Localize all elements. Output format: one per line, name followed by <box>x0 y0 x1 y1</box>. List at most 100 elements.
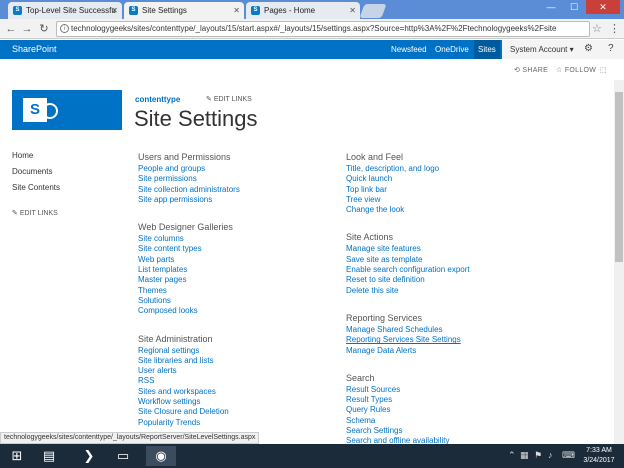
scrollbar-thumb[interactable] <box>615 92 623 262</box>
file-explorer-icon[interactable]: ▭ <box>108 446 138 466</box>
share-button[interactable]: ⟲ SHARE <box>514 66 548 74</box>
link-popularity-trends[interactable]: Popularity Trends <box>138 418 240 428</box>
link-site-libraries-and-lists[interactable]: Site libraries and lists <box>138 356 240 366</box>
windows-start-icon[interactable]: ⊞ <box>2 446 32 466</box>
link-change-the-look[interactable]: Change the look <box>346 205 470 215</box>
nav-item-documents[interactable]: Documents <box>12 166 60 182</box>
link-themes[interactable]: Themes <box>138 286 240 296</box>
powershell-icon[interactable]: ❯ <box>74 446 104 466</box>
link-composed-looks[interactable]: Composed looks <box>138 306 240 316</box>
settings-column-right: Look and Feel Title, description, and lo… <box>346 151 470 459</box>
pencil-icon: ✎ <box>206 96 212 103</box>
network-icon[interactable]: ▦ <box>520 450 529 461</box>
link-site-permissions[interactable]: Site permissions <box>138 174 240 184</box>
focus-content-icon[interactable]: ⬚ <box>600 66 607 74</box>
share-icon: ⟲ <box>514 67 521 74</box>
link-enable-search-configuration-export[interactable]: Enable search configuration export <box>346 265 470 275</box>
taskbar-clock[interactable]: 7:33 AM 3/24/2017 <box>574 446 624 466</box>
browser-menu-icon[interactable]: ⋮ <box>609 22 620 35</box>
new-tab-button[interactable] <box>359 4 387 18</box>
share-label: SHARE <box>522 67 549 74</box>
nav-item-home[interactable]: Home <box>12 150 60 166</box>
address-bar-input[interactable]: i technologygeeks/sites/contenttype/_lay… <box>56 21 590 37</box>
browser-tab-pages-home[interactable]: S Pages - Home ✕ <box>246 2 360 19</box>
link-rss[interactable]: RSS <box>138 376 240 386</box>
maximize-icon[interactable]: ☐ <box>563 0 585 14</box>
close-icon[interactable]: ✕ <box>233 2 240 19</box>
settings-column-left: Users and Permissions People and groups … <box>138 151 240 440</box>
tab-title: Site Settings <box>142 6 187 15</box>
link-manage-site-features[interactable]: Manage site features <box>346 244 470 254</box>
tray-chevron-icon[interactable]: ⌃ <box>508 450 516 461</box>
info-icon[interactable]: i <box>60 24 69 33</box>
sites-link[interactable]: Sites <box>474 40 500 59</box>
browser-tab-top-level-site[interactable]: S Top-Level Site Successfu ✕ <box>8 2 122 19</box>
link-tree-view[interactable]: Tree view <box>346 195 470 205</box>
link-schema[interactable]: Schema <box>346 416 470 426</box>
edit-links-left-button[interactable]: ✎ EDIT LINKS <box>12 209 58 217</box>
volume-icon[interactable]: ♪ <box>548 450 553 460</box>
link-reset-to-site-definition[interactable]: Reset to site definition <box>346 275 470 285</box>
link-save-site-as-template[interactable]: Save site as template <box>346 255 470 265</box>
group-title: Site Administration <box>138 333 213 344</box>
link-manage-shared-schedules[interactable]: Manage Shared Schedules <box>346 325 470 335</box>
link-regional-settings[interactable]: Regional settings <box>138 346 240 356</box>
close-icon[interactable]: ✕ <box>111 2 118 19</box>
browser-tab-site-settings[interactable]: S Site Settings ✕ <box>124 2 244 19</box>
group-title: Users and Permissions <box>138 152 231 162</box>
link-manage-data-alerts[interactable]: Manage Data Alerts <box>346 346 470 356</box>
back-arrow-icon[interactable]: ← <box>4 21 18 37</box>
link-query-rules[interactable]: Query Rules <box>346 405 470 415</box>
nav-item-site-contents[interactable]: Site Contents <box>12 182 60 198</box>
sharepoint-favicon-icon: S <box>13 6 22 15</box>
link-top-link-bar[interactable]: Top link bar <box>346 185 470 195</box>
edit-links-top-button[interactable]: ✎ EDIT LINKS <box>206 95 252 103</box>
link-master-pages[interactable]: Master pages <box>138 275 240 285</box>
link-result-sources[interactable]: Result Sources <box>346 385 470 395</box>
forward-arrow-icon[interactable]: → <box>20 21 34 37</box>
reload-icon[interactable]: ↻ <box>37 21 51 37</box>
link-search-settings[interactable]: Search Settings <box>346 426 470 436</box>
link-user-alerts[interactable]: User alerts <box>138 366 240 376</box>
link-site-content-types[interactable]: Site content types <box>138 244 240 254</box>
status-bar-url: technologygeeks/sites/contenttype/_layou… <box>0 432 260 444</box>
tab-title: Top-Level Site Successfu <box>26 6 116 15</box>
link-site-columns[interactable]: Site columns <box>138 234 240 244</box>
link-workflow-settings[interactable]: Workflow settings <box>138 397 240 407</box>
chrome-icon[interactable]: ◉ <box>146 446 176 466</box>
group-title: Look and Feel <box>346 152 404 162</box>
windows-taskbar: ⊞ ▤ ❯ ▭ ◉ ⌃ ▦ ⚑ ♪ ⌨ 7:33 AM 3/24/2017 <box>0 444 624 468</box>
sharepoint-logo-icon: S <box>23 98 47 122</box>
site-logo[interactable]: S <box>12 90 122 130</box>
server-manager-icon[interactable]: ▤ <box>34 446 64 466</box>
follow-button[interactable]: ☆ FOLLOW <box>556 66 596 74</box>
link-site-collection-administrators[interactable]: Site collection administrators <box>138 185 240 195</box>
window-close-icon[interactable]: ✕ <box>586 0 620 14</box>
link-people-and-groups[interactable]: People and groups <box>138 164 240 174</box>
account-menu[interactable]: System Account ▾ <box>510 40 574 59</box>
onedrive-link[interactable]: OneDrive <box>435 40 469 59</box>
group-title: Search <box>346 372 375 383</box>
link-list-templates[interactable]: List templates <box>138 265 240 275</box>
help-icon[interactable]: ? <box>608 43 614 54</box>
link-quick-launch[interactable]: Quick launch <box>346 174 470 184</box>
site-name-link[interactable]: contenttype <box>135 95 180 104</box>
link-reporting-services-site-settings[interactable]: Reporting Services Site Settings <box>346 335 470 345</box>
link-site-app-permissions[interactable]: Site app permissions <box>138 195 240 205</box>
flag-icon[interactable]: ⚑ <box>534 450 542 461</box>
close-icon[interactable]: ✕ <box>349 2 356 19</box>
bookmark-star-icon[interactable]: ☆ <box>592 22 602 35</box>
link-result-types[interactable]: Result Types <box>346 395 470 405</box>
link-site-closure-and-deletion[interactable]: Site Closure and Deletion <box>138 407 240 417</box>
link-sites-and-workspaces[interactable]: Sites and workspaces <box>138 387 240 397</box>
link-delete-this-site[interactable]: Delete this site <box>346 286 470 296</box>
clock-time: 7:33 AM <box>586 447 612 454</box>
newsfeed-link[interactable]: Newsfeed <box>391 40 427 59</box>
sharepoint-brand-link[interactable]: SharePoint <box>12 40 57 59</box>
link-title-description-logo[interactable]: Title, description, and logo <box>346 164 470 174</box>
link-web-parts[interactable]: Web parts <box>138 255 240 265</box>
group-site-actions: Site Actions Manage site features Save s… <box>346 231 470 295</box>
link-solutions[interactable]: Solutions <box>138 296 240 306</box>
gear-icon[interactable]: ⚙ <box>584 43 593 54</box>
minimize-icon[interactable]: — <box>540 0 562 14</box>
